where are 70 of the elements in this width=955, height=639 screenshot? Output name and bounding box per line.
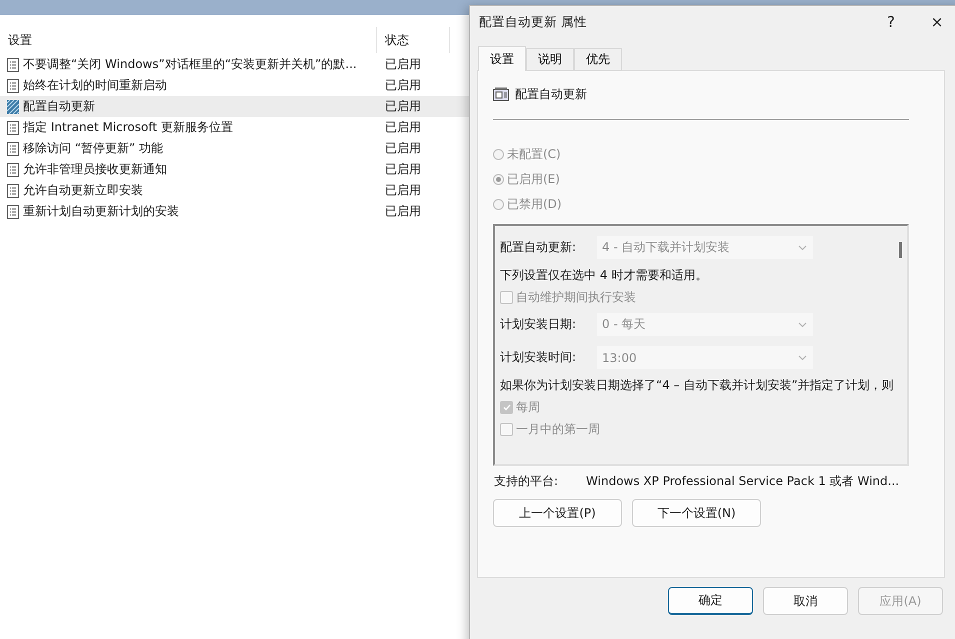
option-label: 配置自动更新: [500,239,578,256]
chevron-down-icon [798,244,807,250]
policy-status: 已启用 [384,140,421,157]
radio-label: 未配置(C) [507,146,561,163]
option-label: 计划安装时间: [500,349,578,366]
checkbox-label: 每周 [516,398,540,416]
policy-status: 已启用 [384,77,421,94]
option-note: 下列设置仅在选中 4 时才需要和适用。 [500,266,708,284]
nav-button[interactable]: 下一个设置(N) [632,499,761,527]
policy-name: 配置自动更新 [23,98,95,115]
checkbox-label: 一月中的第一周 [516,420,600,438]
policy-row[interactable]: 重新计划自动更新计划的安装 已启用 [0,201,470,222]
option-note: 如果你为计划安装日期选择了“4 – 自动下载并计划安装”并指定了计划，则 [500,376,895,394]
radio-label: 已启用(E) [507,171,560,188]
document-icon [7,142,19,156]
policy-status: 已启用 [384,56,421,73]
document-icon [7,204,19,218]
policy-name: 重新计划自动更新计划的安装 [23,203,179,220]
column-header[interactable]: 状态 [385,32,409,48]
help-button[interactable]: ? [868,6,914,38]
policy-row[interactable]: 不要调整“关闭 Windows”对话框里的“安装更新并关机”的默... 已启用 [0,54,470,75]
radio-button[interactable] [493,149,504,160]
tab[interactable]: 设置 [478,46,526,71]
policy-settings-icon [493,87,509,101]
radio-button[interactable] [493,199,504,210]
close-button[interactable]: × [914,6,955,38]
chevron-down-icon [798,354,807,360]
policy-status: 已启用 [384,203,421,220]
document-icon [7,184,19,198]
document-icon [7,162,19,176]
dialog-title: 配置自动更新 属性 [479,14,588,30]
policy-name: 允许非管理员接收更新通知 [23,161,167,178]
policy-status: 已启用 [384,119,421,136]
policy-row[interactable]: 允许自动更新立即安装 已启用 [0,180,470,201]
nav-button[interactable]: 上一个设置(P) [493,499,622,527]
policy-name: 允许自动更新立即安装 [23,182,143,199]
chevron-down-icon [798,322,807,328]
option-label: 计划安装日期: [500,316,578,333]
policy-name: 不要调整“关闭 Windows”对话框里的“安装更新并关机”的默... [23,56,357,73]
checkbox-label: 自动维护期间执行安装 [516,288,636,306]
policy-name: 移除访问 “暂停更新” 功能 [23,140,164,157]
policy-row[interactable]: 移除访问 “暂停更新” 功能 已启用 [0,138,470,159]
checkmark-icon [502,404,510,410]
dialog-button[interactable]: 取消 [763,587,848,615]
policy-title: 配置自动更新 [515,86,587,102]
policy-icon [7,100,19,114]
checkbox[interactable] [500,422,513,436]
dialog-button[interactable]: 确定 [668,587,753,615]
radio-label: 已禁用(D) [507,196,562,213]
policy-row[interactable]: 配置自动更新 已启用 [0,96,470,117]
scrollbar-thumb[interactable] [899,242,902,258]
document-icon [7,58,19,72]
policy-name: 始终在计划的时间重新启动 [23,77,167,94]
policy-status: 已启用 [384,98,421,115]
radio-button[interactable] [493,174,504,185]
platform-value: Windows XP Professional Service Pack 1 或者 Wind... [586,472,900,490]
policy-row[interactable]: 始终在计划的时间重新启动 已启用 [0,75,470,96]
checkbox[interactable] [500,400,513,414]
policy-name: 指定 Intranet Microsoft 更新服务位置 [23,119,233,136]
tab[interactable]: 优先 [574,48,622,71]
policy-row[interactable]: 指定 Intranet Microsoft 更新服务位置 已启用 [0,117,470,138]
policy-status: 已启用 [384,161,421,178]
policy-status: 已启用 [384,182,421,199]
document-icon [7,120,19,134]
policy-row[interactable]: 允许非管理员接收更新通知 已启用 [0,159,470,180]
column-header[interactable]: 设置 [8,32,32,48]
platform-label: 支持的平台: [494,472,558,490]
document-icon [7,78,19,92]
checkbox[interactable] [500,290,513,304]
tab[interactable]: 说明 [526,48,574,71]
